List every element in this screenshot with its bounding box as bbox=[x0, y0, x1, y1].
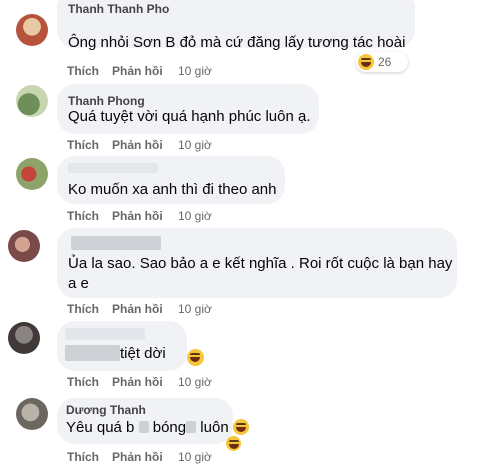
author-name-redacted bbox=[68, 163, 158, 173]
comment-text-part-3: luôn bbox=[200, 419, 229, 436]
reply-button[interactable]: Phản hồi bbox=[112, 450, 163, 464]
comment-text-content: tiệt dời bbox=[120, 345, 166, 362]
avatar[interactable] bbox=[16, 398, 48, 430]
avatar[interactable] bbox=[8, 322, 40, 354]
reaction-summary[interactable]: 26 bbox=[356, 52, 408, 72]
like-button[interactable]: Thích bbox=[67, 375, 99, 389]
comment-timestamp[interactable]: 10 giờ bbox=[178, 302, 212, 316]
author-name-redacted bbox=[65, 328, 145, 340]
like-button[interactable]: Thích bbox=[67, 138, 99, 152]
avatar[interactable] bbox=[16, 14, 48, 46]
reaction-count: 26 bbox=[378, 55, 392, 69]
comment-author[interactable]: Thanh Phong bbox=[68, 94, 145, 108]
haha-emoji-icon bbox=[358, 54, 374, 70]
reply-button[interactable]: Phản hồi bbox=[112, 375, 163, 389]
author-name-redacted bbox=[71, 236, 161, 250]
comment-text-content: Ông nhỏi Sơn B đỏ mà cứ đăng lấy tương t… bbox=[68, 34, 406, 51]
like-button[interactable]: Thích bbox=[67, 209, 99, 223]
comment-text: Ko muốn xa anh thì đi theo anh bbox=[68, 181, 277, 198]
haha-emoji-icon bbox=[226, 436, 241, 451]
comment-text-part-1: Yêu quá b bbox=[66, 419, 135, 436]
comment-timestamp[interactable]: 10 giờ bbox=[178, 64, 212, 78]
comment-text-redacted bbox=[186, 421, 197, 433]
comment-text: Yêu quá b bóng luôn bbox=[66, 418, 249, 438]
avatar[interactable] bbox=[16, 158, 48, 190]
avatar[interactable] bbox=[8, 230, 40, 262]
haha-emoji-icon bbox=[232, 419, 249, 435]
comment-text: tiệt dời bbox=[120, 344, 166, 364]
haha-emoji-icon bbox=[187, 349, 204, 366]
comment-author[interactable]: Dương Thanh bbox=[66, 403, 146, 417]
reply-button[interactable]: Phản hồi bbox=[112, 138, 163, 152]
comment-timestamp[interactable]: 10 giờ bbox=[178, 138, 212, 152]
comment-text: Quá tuyệt vời quá hạnh phúc luôn ạ. bbox=[68, 108, 311, 125]
like-button[interactable]: Thích bbox=[67, 450, 99, 464]
comment-text-line-1: Ủa la sao. Sao bảo a e kết nghĩa . Roi r… bbox=[68, 255, 453, 272]
avatar[interactable] bbox=[16, 85, 48, 117]
comment-timestamp[interactable]: 10 giờ bbox=[178, 450, 212, 464]
like-button[interactable]: Thích bbox=[67, 64, 99, 78]
comment-timestamp[interactable]: 10 giờ bbox=[178, 375, 212, 389]
comment-text-part-2: bóng bbox=[152, 419, 187, 436]
reply-button[interactable]: Phản hồi bbox=[112, 209, 163, 223]
reply-button[interactable]: Phản hồi bbox=[112, 64, 163, 78]
comment-text-line-2: a e bbox=[68, 275, 89, 292]
comment-text-redacted bbox=[138, 421, 149, 433]
comment-text-redacted bbox=[65, 345, 120, 361]
like-button[interactable]: Thích bbox=[67, 302, 99, 316]
comment-timestamp[interactable]: 10 giờ bbox=[178, 209, 212, 223]
comment-text: Ông nhỏi Sơn B đỏ mà cứ đăng lấy tương t… bbox=[68, 33, 405, 53]
comment-author[interactable]: Thanh Thanh Pho bbox=[68, 2, 169, 16]
reply-button[interactable]: Phản hồi bbox=[112, 302, 163, 316]
